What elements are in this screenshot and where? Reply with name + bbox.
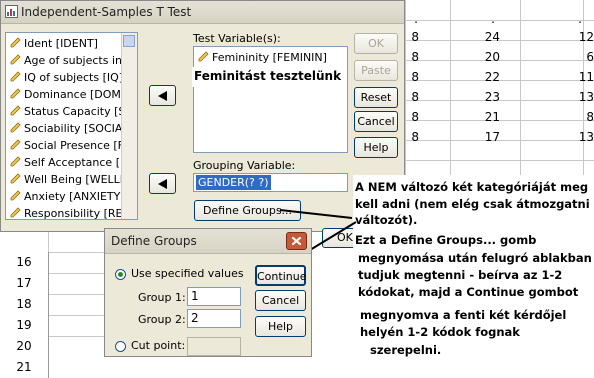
close-button[interactable] — [286, 232, 307, 250]
close-icon — [292, 237, 301, 245]
cut-point-radio[interactable] — [115, 341, 126, 352]
sub-cancel-button[interactable]: Cancel — [255, 290, 306, 311]
group2-input[interactable]: 2 — [187, 309, 241, 328]
define-groups-dialog: Define Groups Use specified values Group… — [104, 228, 312, 357]
group2-label: Group 2: — [138, 313, 186, 326]
use-specified-values-label: Use specified values — [131, 267, 244, 280]
define-groups-title: Define Groups — [111, 234, 197, 248]
row-header[interactable]: 21 — [0, 357, 49, 378]
cut-point-input[interactable] — [187, 337, 241, 356]
define-groups-titlebar[interactable]: Define Groups — [105, 229, 311, 254]
cut-point-label: Cut point: — [131, 339, 186, 352]
sub-help-button[interactable]: Help — [255, 316, 306, 337]
use-specified-values-radio[interactable] — [115, 269, 126, 280]
radio-selected-dot — [118, 272, 123, 277]
group1-label: Group 1: — [138, 291, 186, 304]
continue-button[interactable]: Continue — [255, 265, 306, 286]
group1-input[interactable]: 1 — [187, 287, 241, 306]
